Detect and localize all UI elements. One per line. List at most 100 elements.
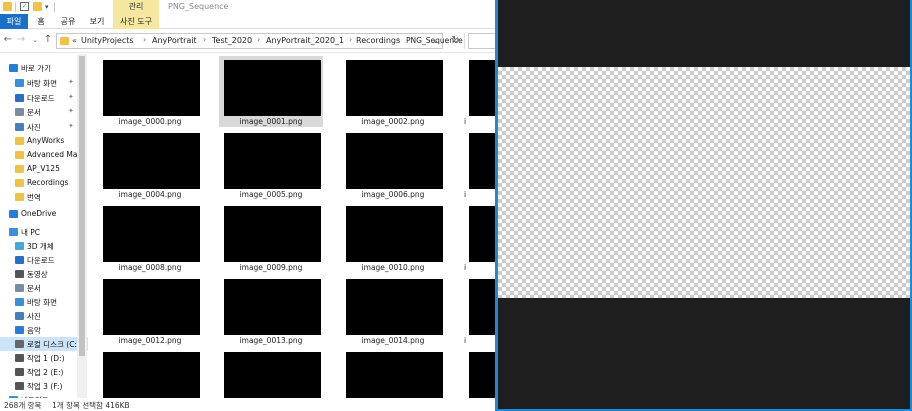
nav-item[interactable]: 바탕 화면 — [0, 295, 88, 309]
nav-item-label: AnyWorks — [27, 136, 65, 145]
breadcrumb-anyportrait-2020-1[interactable]: AnyPortrait_2020_1 — [266, 36, 344, 45]
breadcrumb-separator-icon[interactable]: › — [143, 35, 146, 44]
nav-scrollbar-thumb[interactable] — [79, 56, 85, 356]
file-name: image_0013.png — [239, 336, 303, 345]
breadcrumb-test-2020[interactable]: Test_2020 — [212, 36, 252, 45]
transparent-image-preview — [498, 67, 910, 298]
nav-item-label: 내 PC — [21, 228, 41, 237]
breadcrumb-unityprojects[interactable]: UnityProjects — [81, 36, 134, 45]
nav-item-label: 작업 2 (E:) — [27, 368, 64, 377]
file-tile[interactable]: i — [464, 202, 495, 273]
file-tile[interactable]: image_0012.png — [98, 275, 202, 346]
nav-item[interactable]: 다운로드 ✦ — [0, 91, 88, 105]
breadcrumb-separator-icon[interactable]: › — [349, 35, 352, 44]
star-icon — [9, 64, 18, 72]
tab-file[interactable]: 파일 — [0, 14, 28, 29]
file-tile[interactable] — [219, 348, 323, 398]
file-tile[interactable]: i — [464, 56, 495, 127]
tab-share[interactable]: 공유 — [56, 14, 80, 29]
file-tile[interactable]: i — [464, 129, 495, 200]
folder-icon — [15, 165, 24, 173]
nav-item[interactable]: 다운로드 — [0, 253, 88, 267]
file-tile[interactable]: image_0008.png — [98, 202, 202, 273]
nav-item[interactable]: 음악 — [0, 323, 88, 337]
download-icon — [15, 94, 24, 102]
refresh-icon[interactable]: ↻ — [447, 33, 465, 49]
file-thumbnail — [346, 60, 443, 116]
nav-item[interactable]: 로컬 디스크 (C:) — [0, 337, 88, 351]
breadcrumb-separator-icon[interactable]: › — [203, 35, 206, 44]
item-count: 268개 항목 — [4, 401, 42, 410]
file-name: i — [464, 117, 467, 126]
file-tile[interactable]: image_0004.png — [98, 129, 202, 200]
file-tile[interactable]: image_0014.png — [341, 275, 445, 346]
nav-item-label: 로컬 디스크 (C:) — [27, 340, 80, 349]
file-name: image_0012.png — [118, 336, 182, 345]
nav-item[interactable]: AP_V125 — [0, 162, 88, 176]
nav-item[interactable]: 작업 1 (D:) — [0, 351, 88, 365]
tab-home[interactable]: 홈 — [31, 14, 51, 29]
nav-item[interactable]: 작업 3 (F:) — [0, 379, 88, 393]
nav-item[interactable]: 문서 — [0, 281, 88, 295]
folder-icon[interactable] — [3, 2, 12, 11]
nav-item[interactable]: 사진 — [0, 309, 88, 323]
file-tile[interactable]: image_0000.png — [98, 56, 202, 127]
file-name: image_0010.png — [361, 263, 425, 272]
file-tile[interactable]: image_0006.png — [341, 129, 445, 200]
breadcrumb-separator-icon[interactable]: › — [397, 35, 400, 44]
folder-icon — [15, 151, 24, 159]
file-grid: image_0000.png image_0001.png image_0002.p… — [92, 54, 495, 398]
nav-item[interactable]: AnyWorks — [0, 134, 88, 148]
recent-locations-icon[interactable]: ⌄ — [29, 36, 41, 44]
nav-item[interactable]: 내 PC — [0, 225, 88, 239]
file-name: image_0004.png — [118, 190, 182, 199]
pin-icon: ✦ — [68, 78, 74, 86]
nav-item-label: 다운로드 — [27, 94, 55, 103]
address-dropdown-icon[interactable]: ⌄ — [432, 36, 439, 45]
nav-item[interactable]: OneDrive — [0, 207, 88, 221]
nav-item[interactable]: 바탕 화면 ✦ — [0, 76, 88, 90]
overflow-chevron-icon[interactable]: « — [72, 36, 77, 45]
nav-item[interactable]: 동영상 — [0, 267, 88, 281]
tab-picture-tools[interactable]: 사진 도구 — [113, 14, 159, 29]
file-tile[interactable] — [98, 348, 202, 398]
file-tile[interactable]: image_0010.png — [341, 202, 445, 273]
nav-item-label: 사진 — [27, 312, 41, 321]
breadcrumb-recordings[interactable]: Recordings — [356, 36, 400, 45]
nav-item[interactable]: 문서 ✦ — [0, 105, 88, 119]
file-tile[interactable]: i — [464, 275, 495, 346]
file-tile[interactable] — [341, 348, 445, 398]
file-tile[interactable]: image_0002.png — [341, 56, 445, 127]
file-tile[interactable]: image_0009.png — [219, 202, 323, 273]
file-tile[interactable] — [464, 348, 495, 398]
3d-objects-icon — [15, 242, 24, 250]
address-bar[interactable]: « UnityProjects › AnyPortrait › Test_202… — [56, 33, 463, 49]
nav-item[interactable]: 작업 2 (E:) — [0, 365, 88, 379]
search-input[interactable] — [468, 33, 495, 49]
file-thumbnail — [103, 279, 200, 335]
customize-toolbar-icon[interactable]: ▾ — [45, 3, 49, 11]
new-folder-icon[interactable] — [33, 2, 42, 11]
file-tile[interactable]: image_0005.png — [219, 129, 323, 200]
file-name: i — [464, 263, 467, 272]
up-arrow-icon[interactable]: ↑ — [42, 34, 54, 45]
nav-item[interactable]: 번역 — [0, 190, 88, 204]
file-tile[interactable]: image_0001.png — [219, 56, 323, 127]
nav-item[interactable]: Advanced Manu — [0, 148, 88, 162]
title-bar: ✓ ▾ 관리 PNG_Sequence — [0, 0, 495, 14]
document-icon — [15, 284, 24, 292]
nav-scrollbar[interactable] — [77, 54, 87, 398]
file-tile[interactable]: image_0013.png — [219, 275, 323, 346]
nav-item[interactable]: 바로 가기 — [0, 61, 88, 75]
nav-item-label: 음악 — [27, 326, 41, 335]
tab-view[interactable]: 보기 — [85, 14, 109, 29]
properties-icon[interactable]: ✓ — [20, 2, 29, 11]
breadcrumb-anyportrait[interactable]: AnyPortrait — [152, 36, 197, 45]
back-arrow-icon[interactable]: ← — [2, 34, 14, 45]
nav-item[interactable]: 사진 ✦ — [0, 120, 88, 134]
forward-arrow-icon[interactable]: → — [15, 34, 27, 45]
nav-item[interactable]: Recordings — [0, 176, 88, 190]
manage-context-tab[interactable]: 관리 — [113, 0, 159, 14]
breadcrumb-separator-icon[interactable]: › — [257, 35, 260, 44]
nav-item[interactable]: 3D 개체 — [0, 239, 88, 253]
